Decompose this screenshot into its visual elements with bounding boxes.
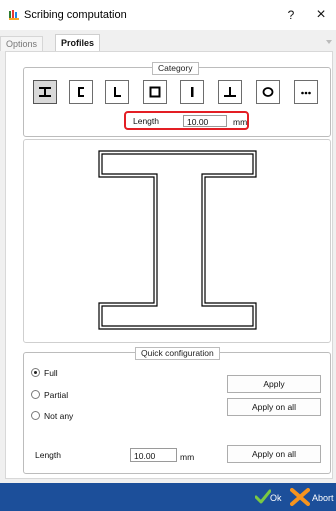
l-angle-profile-icon	[114, 87, 121, 97]
t-profile-button[interactable]	[218, 80, 242, 104]
round-tube-profile-button[interactable]	[256, 80, 280, 104]
tab-scroll-down-icon[interactable]	[326, 40, 332, 44]
i-profile-icon	[39, 87, 51, 97]
u-channel-profile-button[interactable]	[69, 80, 93, 104]
category-length-label: Length	[133, 116, 159, 126]
profile-preview	[23, 139, 331, 343]
i-profile-button[interactable]	[33, 80, 57, 104]
category-legend: Category	[152, 62, 199, 75]
radio-partial-indicator[interactable]	[31, 390, 40, 399]
i-beam-drawing	[98, 150, 257, 330]
flat-bar-profile-icon	[191, 87, 194, 97]
radio-partial-label: Partial	[44, 390, 69, 400]
quick-length-label: Length	[35, 450, 61, 460]
footer-bar: Ok Abort	[0, 483, 336, 511]
tab-options[interactable]: Options	[0, 36, 44, 51]
apply-on-all-button[interactable]: Apply on all	[227, 398, 321, 416]
ok-button[interactable]: Ok	[270, 493, 282, 503]
flat-bar-profile-button[interactable]	[180, 80, 204, 104]
radio-full-label: Full	[44, 368, 58, 378]
title-bar: Scribing computation ? ×	[0, 0, 336, 30]
app-icon	[9, 10, 19, 20]
close-button[interactable]: ×	[312, 5, 330, 25]
abort-x-icon[interactable]	[290, 488, 310, 506]
square-tube-profile-icon	[149, 86, 161, 98]
tab-strip: Options Profiles	[0, 34, 336, 52]
checkmark-icon[interactable]	[255, 489, 271, 505]
radio-not-any-label: Not any	[44, 411, 74, 421]
quick-length-input[interactable]: 10.00	[130, 448, 177, 462]
radio-full-indicator[interactable]	[31, 368, 40, 377]
t-profile-icon	[224, 87, 236, 97]
length-apply-on-all-button[interactable]: Apply on all	[227, 445, 321, 463]
square-tube-profile-button[interactable]	[143, 80, 167, 104]
category-length-input[interactable]: 10.00	[183, 115, 227, 127]
apply-button[interactable]: Apply	[227, 375, 321, 393]
abort-button[interactable]: Abort	[312, 493, 334, 503]
l-angle-profile-button[interactable]	[105, 80, 129, 104]
u-channel-profile-icon	[78, 87, 84, 97]
category-length-unit: mm	[233, 117, 248, 127]
help-button[interactable]: ?	[284, 7, 298, 23]
more-profiles-icon	[301, 91, 311, 95]
tab-profiles[interactable]: Profiles	[55, 34, 101, 51]
round-tube-profile-icon	[262, 87, 274, 97]
quick-configuration-legend: Quick configuration	[135, 347, 220, 360]
window-title: Scribing computation	[24, 9, 127, 21]
radio-not-any-indicator[interactable]	[31, 411, 40, 420]
quick-length-unit: mm	[180, 452, 195, 462]
more-profiles-button[interactable]	[294, 80, 318, 104]
